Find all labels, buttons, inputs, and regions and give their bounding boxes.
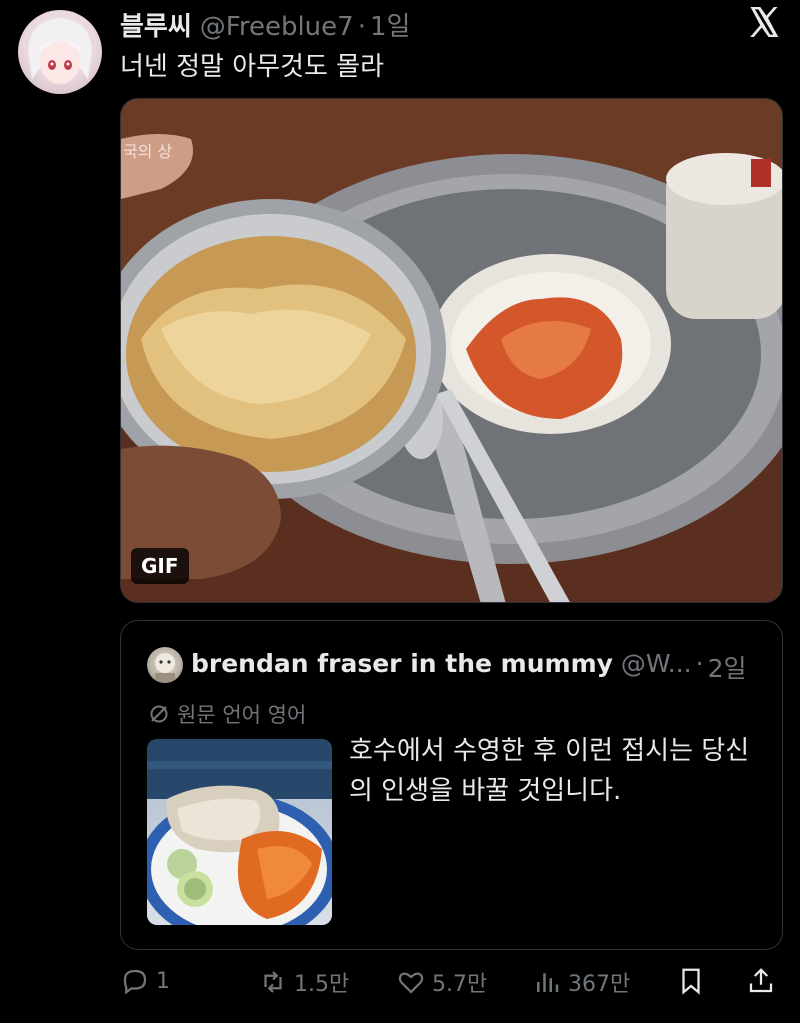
quote-header: brendan fraser in the mummy @W... · 2일 bbox=[191, 649, 746, 685]
quote-avatar-illustration bbox=[155, 653, 175, 683]
quote-header-separator: · bbox=[695, 649, 704, 678]
avatar-illustration bbox=[28, 18, 92, 84]
bookmark-icon bbox=[682, 968, 700, 995]
quote-author-avatar[interactable] bbox=[147, 647, 183, 683]
reply-icon bbox=[123, 969, 147, 995]
reply-button[interactable]: 1 bbox=[120, 966, 170, 996]
share-button[interactable] bbox=[746, 966, 776, 996]
x-logo-icon[interactable] bbox=[746, 4, 782, 40]
ramen-image: 국의 상 bbox=[121, 99, 782, 602]
svg-text:국의 상: 국의 상 bbox=[123, 142, 173, 161]
repost-icon bbox=[264, 971, 282, 993]
header-separator: · bbox=[357, 12, 366, 42]
gif-badge: GIF bbox=[131, 548, 189, 584]
views-count: 367만 bbox=[568, 972, 631, 997]
quote-media-thumbnail[interactable] bbox=[147, 739, 332, 925]
action-bar: 1 1.5만 5.7만 367만 bbox=[120, 962, 780, 1006]
share-icon bbox=[749, 968, 773, 993]
post-time[interactable]: 1일 bbox=[370, 6, 410, 43]
translate-icon bbox=[150, 705, 168, 723]
quoted-post[interactable]: brendan fraser in the mummy @W... · 2일 원… bbox=[120, 620, 783, 950]
repost-count: 1.5만 bbox=[294, 972, 350, 997]
author-handle[interactable]: @Freeblue7 bbox=[200, 12, 354, 42]
translate-label: 원문 언어 영어 bbox=[177, 703, 307, 727]
views-icon bbox=[537, 973, 559, 992]
like-count: 5.7만 bbox=[432, 972, 488, 997]
translate-indicator[interactable]: 원문 언어 영어 bbox=[147, 699, 306, 729]
bookmark-button[interactable] bbox=[676, 966, 706, 996]
sandwich-image bbox=[147, 739, 332, 925]
quote-time[interactable]: 2일 bbox=[708, 649, 747, 685]
views-button[interactable]: 367만 bbox=[532, 966, 630, 998]
post-media-gif[interactable]: 국의 상 GIF bbox=[120, 98, 783, 603]
reply-count: 1 bbox=[156, 968, 170, 994]
post-text: 너넨 정말 아무것도 몰라 bbox=[120, 52, 384, 82]
quote-text: 호수에서 수영한 후 이런 접시는 당신의 인생을 바꿀 것입니다. bbox=[349, 736, 750, 806]
author-avatar[interactable] bbox=[18, 10, 102, 94]
repost-button[interactable]: 1.5만 bbox=[258, 966, 349, 998]
quote-author-name[interactable]: brendan fraser in the mummy bbox=[191, 649, 613, 685]
post-header: 블루씨 @Freeblue7 · 1일 bbox=[120, 6, 410, 43]
like-icon bbox=[398, 972, 424, 994]
like-button[interactable]: 5.7만 bbox=[396, 966, 487, 998]
author-name[interactable]: 블루씨 bbox=[120, 6, 192, 43]
quote-author-handle[interactable]: @W... bbox=[621, 649, 692, 685]
